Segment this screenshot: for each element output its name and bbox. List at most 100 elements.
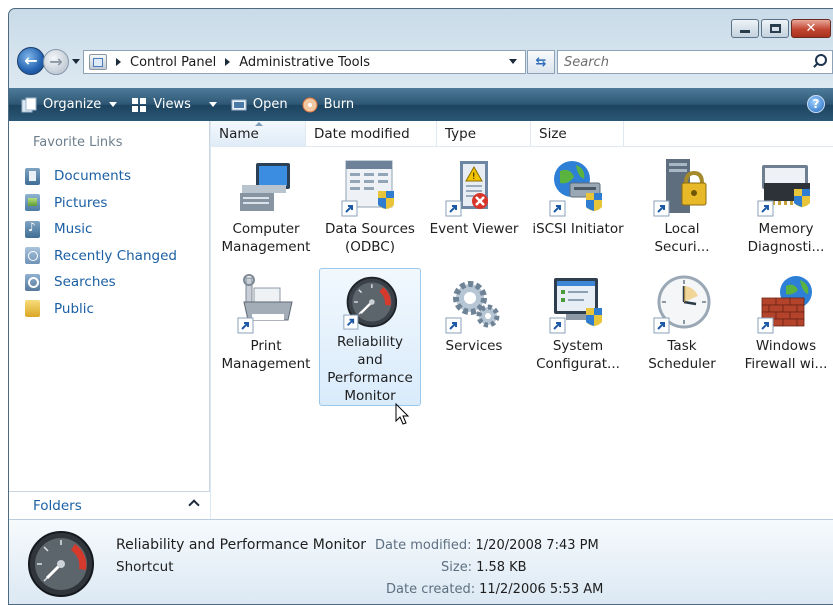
print-management-icon: [237, 274, 293, 334]
details-size-value: 1.58 KB: [476, 560, 527, 575]
nav-item-public[interactable]: Public: [25, 296, 177, 323]
organize-label: Organize: [43, 97, 102, 112]
file-item-label: Computer Management: [221, 221, 311, 255]
details-size-label: Size:: [441, 560, 473, 575]
services-icon: [445, 281, 500, 334]
documents-icon: [25, 167, 40, 185]
address-row: ← → Control Panel Administrative Tools ⇆: [9, 45, 833, 77]
column-header-label: Name: [219, 126, 259, 142]
command-bar: Organize Views Open Burn ?: [9, 88, 833, 121]
back-button[interactable]: ←: [17, 47, 45, 75]
file-item-windows-firewall[interactable]: Windows Firewall wi...: [735, 268, 833, 385]
organize-button[interactable]: Organize: [21, 88, 118, 121]
views-button[interactable]: Views: [131, 88, 217, 121]
file-item-label: Memory Diagnosti...: [747, 221, 825, 255]
event-viewer-icon: !: [445, 161, 488, 217]
file-item-reliability-performance-monitor[interactable]: Reliability and Performance Monitor: [319, 268, 421, 406]
help-icon[interactable]: ?: [807, 95, 825, 113]
open-button[interactable]: Open: [231, 88, 288, 121]
breadcrumb-separator-icon[interactable]: [116, 58, 121, 66]
back-arrow-icon: ←: [24, 51, 38, 70]
details-date-created-label: Date created:: [386, 582, 476, 597]
details-file-type: Shortcut: [116, 559, 174, 575]
breadcrumb-separator-icon[interactable]: [225, 58, 231, 66]
nav-item-searches[interactable]: Searches: [25, 269, 177, 296]
explorer-window: ✕ ← → Control Panel Administrative Tools…: [8, 8, 833, 605]
nav-item-pictures[interactable]: Pictures: [25, 190, 177, 217]
navigation-pane: Favorite Links Documents Pictures Music …: [9, 121, 210, 519]
burn-disc-icon: [302, 97, 318, 112]
details-size: Size: 1.58 KB: [441, 560, 527, 575]
file-item-label: Windows Firewall wi...: [744, 338, 828, 372]
favorite-links-list: Documents Pictures Music Recently Change…: [25, 163, 177, 322]
folders-toggle[interactable]: Folders: [9, 491, 210, 519]
nav-item-music[interactable]: Music: [25, 216, 177, 243]
column-header-size[interactable]: Size: [531, 121, 624, 147]
file-item-label: Event Viewer: [429, 221, 519, 237]
file-item-task-scheduler[interactable]: Task Scheduler: [631, 268, 733, 385]
file-item-label: Data Sources (ODBC): [325, 221, 415, 255]
refresh-button[interactable]: ⇆: [527, 50, 555, 74]
column-header-date-modified[interactable]: Date modified: [306, 121, 437, 147]
music-icon: [25, 220, 40, 238]
organize-icon: [21, 97, 37, 112]
search-box[interactable]: [557, 50, 833, 74]
data-sources-icon: [341, 160, 394, 217]
maximize-button[interactable]: [761, 19, 789, 38]
file-item-local-security[interactable]: Local Securi...: [631, 151, 733, 268]
file-item-services[interactable]: Services: [423, 268, 525, 385]
file-item-event-viewer[interactable]: ! Event Viewer: [423, 151, 525, 268]
minimize-button[interactable]: [731, 19, 759, 38]
public-folder-icon: [25, 300, 40, 318]
details-date-modified: Date modified: 1/20/2008 7:43 PM: [375, 538, 599, 553]
task-scheduler-icon: [653, 275, 711, 334]
search-input[interactable]: [564, 54, 804, 70]
chevron-down-icon[interactable]: [208, 102, 217, 107]
recently-changed-icon: [25, 247, 40, 265]
maximize-icon: [769, 24, 781, 33]
column-header-name[interactable]: Name: [211, 121, 306, 147]
file-item-label: Print Management: [221, 338, 311, 372]
favorite-links-heading: Favorite Links: [33, 135, 123, 150]
file-item-data-sources[interactable]: Data Sources (ODBC): [319, 151, 421, 268]
search-icon[interactable]: [812, 54, 827, 68]
file-item-label: System Configurat...: [536, 338, 620, 372]
minimize-icon: [740, 30, 750, 33]
file-item-computer-management[interactable]: Computer Management: [215, 151, 317, 268]
close-icon: ✕: [805, 21, 817, 36]
recent-pages-button[interactable]: [71, 54, 81, 68]
nav-item-documents[interactable]: Documents: [25, 163, 177, 190]
svg-text:!: !: [472, 172, 476, 182]
nav-item-label: Public: [54, 300, 94, 317]
details-date-modified-value: 1/20/2008 7:43 PM: [475, 538, 599, 553]
folders-label: Folders: [33, 497, 82, 514]
nav-item-recently-changed[interactable]: Recently Changed: [25, 243, 177, 270]
burn-label: Burn: [323, 97, 355, 112]
details-file-name: Reliability and Performance Monitor: [116, 537, 367, 553]
icon-grid: Computer Management Data Sources (ODBC) …: [215, 151, 833, 406]
searches-icon: [25, 273, 40, 291]
close-button[interactable]: ✕: [791, 19, 831, 38]
column-header-label: Type: [445, 126, 477, 142]
burn-button[interactable]: Burn: [302, 88, 355, 121]
details-date-created: Date created: 11/2/2006 5:53 AM: [386, 582, 603, 597]
iscsi-initiator-icon: [549, 161, 602, 217]
computer-management-icon: [240, 163, 290, 211]
file-item-system-configuration[interactable]: System Configurat...: [527, 268, 629, 385]
file-item-memory-diagnostics[interactable]: Memory Diagnosti...: [735, 151, 833, 268]
forward-button[interactable]: →: [43, 49, 69, 75]
title-bar[interactable]: ✕: [9, 9, 833, 43]
column-header-label: Date modified: [314, 126, 410, 142]
file-item-iscsi-initiator[interactable]: iSCSI Initiator: [527, 151, 629, 268]
breadcrumb-control-panel[interactable]: Control Panel: [130, 55, 216, 70]
windows-firewall-icon: [757, 276, 812, 334]
nav-item-label: Pictures: [54, 194, 108, 211]
column-header-label: Size: [539, 126, 567, 142]
details-pane: Reliability and Performance Monitor Shor…: [9, 519, 833, 604]
address-dropdown-button[interactable]: [509, 59, 517, 64]
address-bar[interactable]: Control Panel Administrative Tools: [83, 50, 526, 74]
views-label: Views: [153, 97, 191, 112]
file-item-print-management[interactable]: Print Management: [215, 268, 317, 385]
column-header-type[interactable]: Type: [437, 121, 531, 147]
breadcrumb-administrative-tools[interactable]: Administrative Tools: [239, 55, 370, 70]
